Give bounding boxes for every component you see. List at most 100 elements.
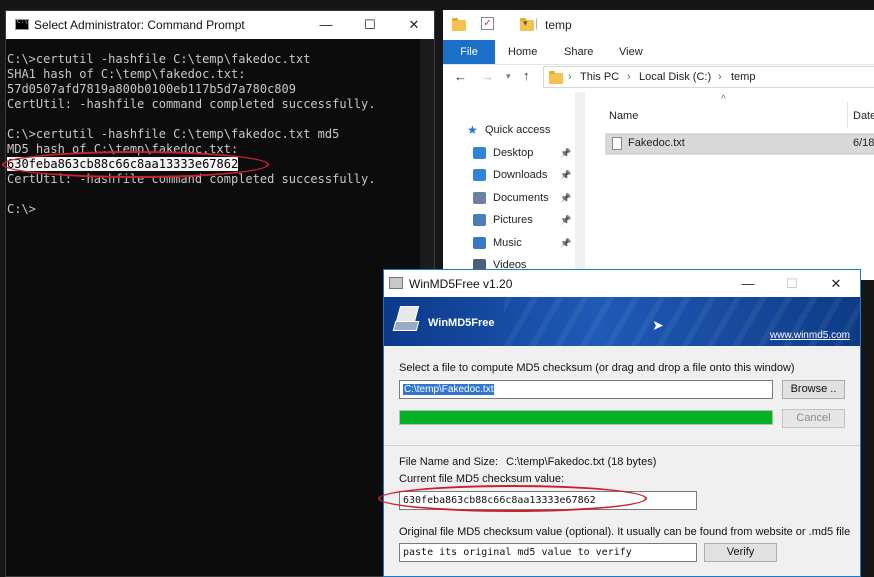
forward-arrow-icon[interactable]: → (481, 69, 494, 84)
nav-scrollbar[interactable] (575, 92, 585, 280)
column-header-name[interactable]: Name (609, 110, 638, 122)
console-line: C:\> (7, 202, 420, 217)
nav-item-label: Documents (493, 191, 549, 204)
section-divider (384, 445, 860, 446)
console-text: CertUtil: -hashfile command completed su… (7, 172, 376, 186)
pin-icon[interactable]: 📌 (560, 209, 571, 231)
nav-item-pictures[interactable]: Pictures 📌 (443, 209, 575, 231)
current-checksum-field[interactable]: 630feba863cb88c66c8aa13333e67862 (399, 491, 697, 510)
file-row[interactable]: Fakedoc.txt 6/18 (605, 133, 874, 155)
breadcrumb-local-disk[interactable]: Local Disk (C:) (639, 71, 711, 83)
console-text: C:\>certutil -hashfile C:\temp\fakedoc.t… (7, 52, 311, 66)
console-text: C:\>certutil -hashfile C:\temp\fakedoc.t… (7, 127, 340, 141)
console-line: C:\>certutil -hashfile C:\temp\fakedoc.t… (7, 52, 420, 67)
download-icon (473, 169, 486, 181)
music-icon (473, 236, 486, 249)
file-name: Fakedoc.txt (628, 137, 685, 149)
breadcrumb-separator-icon: › (718, 71, 722, 83)
progress-fill (400, 411, 772, 424)
navigation-pane: ★ Quick access Desktop 📌 Downloads 📌 Documents… (443, 92, 575, 280)
progress-bar (399, 410, 773, 425)
console-text: 57d0507afd7819a800b0100eb117b5d7a780c809 (7, 82, 296, 96)
md5-maximize-button[interactable]: ☐ (770, 270, 814, 297)
file-date: 6/18 (853, 137, 874, 149)
md5-title: WinMD5Free v1.20 (409, 277, 513, 291)
md5-title-bar[interactable]: WinMD5Free v1.20 — ☐ ✕ (384, 270, 860, 297)
original-checksum-label: Original file MD5 checksum value (option… (399, 526, 851, 538)
cmd-close-button[interactable]: ✕ (392, 11, 434, 39)
console-line: CertUtil: -hashfile command completed su… (7, 97, 420, 112)
star-icon: ★ (467, 123, 478, 137)
file-path-input[interactable]: C:\temp\Fakedoc.txt (399, 380, 773, 399)
breadcrumb-temp[interactable]: temp (731, 71, 755, 83)
text-file-icon (612, 137, 622, 150)
verify-button[interactable]: Verify (704, 543, 777, 562)
nav-item-label: Quick access (485, 124, 551, 136)
pin-icon[interactable]: 📌 (560, 187, 571, 209)
select-file-label: Select a file to compute MD5 checksum (o… (399, 362, 795, 374)
cmd-title-bar[interactable]: Select Administrator: Command Prompt — ☐… (6, 11, 434, 39)
console-text: MD5 hash of C:\temp\fakedoc.txt: (7, 142, 239, 156)
qat-dropdown-icon[interactable]: ▾ (523, 18, 528, 29)
tab-share[interactable]: Share (564, 40, 593, 64)
md5-banner: WinMD5Free ➤ www.winmd5.com (384, 297, 860, 346)
pin-icon[interactable]: 📌 (560, 164, 571, 186)
column-header-date[interactable]: Date (853, 110, 874, 122)
up-arrow-icon[interactable]: ↑ (523, 68, 530, 83)
console-line: 57d0507afd7819a800b0100eb117b5d7a780c809 (7, 82, 420, 97)
nav-item-label: Pictures (493, 214, 533, 226)
desktop-icon (473, 146, 486, 159)
mouse-cursor-icon: ➤ (652, 317, 664, 333)
console-text: SHA1 hash of C:\temp\fakedoc.txt: (7, 67, 246, 81)
column-divider (847, 102, 848, 128)
pin-icon[interactable]: 📌 (560, 232, 571, 254)
current-checksum-label: Current file MD5 checksum value: (399, 473, 565, 485)
address-bar[interactable]: › This PC › Local Disk (C:) › temp (543, 66, 874, 88)
properties-check-icon[interactable]: ✓ (481, 17, 494, 30)
cmd-icon (15, 18, 29, 30)
explorer-ribbon: File Home Share View (443, 40, 874, 65)
sort-arrow-icon: ^ (721, 94, 726, 105)
nav-item-desktop[interactable]: Desktop 📌 (443, 142, 575, 164)
breadcrumb-separator-icon: › (568, 71, 572, 83)
pin-icon[interactable]: 📌 (560, 142, 571, 164)
tab-file[interactable]: File (443, 40, 495, 64)
tab-home[interactable]: Home (508, 40, 537, 64)
breadcrumb-this-pc[interactable]: This PC (580, 71, 619, 83)
nav-item-music[interactable]: Music 📌 (443, 232, 575, 254)
md5-app-icon (389, 277, 403, 289)
explorer-title-bar[interactable]: ✓ ▾ | temp (443, 10, 874, 40)
md5-close-button[interactable]: ✕ (814, 270, 858, 297)
cmd-maximize-button[interactable]: ☐ (348, 11, 392, 39)
tab-view[interactable]: View (619, 40, 643, 64)
original-checksum-input[interactable]: paste its original md5 value to verify (399, 543, 697, 562)
nav-item-quick-access[interactable]: ★ Quick access (443, 119, 575, 141)
nav-item-label: Downloads (493, 169, 548, 181)
cancel-button[interactable]: Cancel (782, 409, 845, 428)
cmd-minimize-button[interactable]: — (304, 11, 348, 39)
explorer-title: temp (545, 18, 572, 32)
file-name-size-value: C:\temp\Fakedoc.txt (18 bytes) (506, 456, 657, 468)
explorer-address-row: ← → ▾ ↑ › This PC › Local Disk (C:) › te… (443, 64, 874, 92)
documents-icon (473, 191, 486, 204)
cmd-console-output[interactable]: C:\>certutil -hashfile C:\temp\fakedoc.t… (6, 39, 420, 576)
browse-button[interactable]: Browse .. (782, 380, 845, 399)
nav-item-label: Desktop (493, 146, 534, 159)
md5-minimize-button[interactable]: — (726, 270, 770, 297)
website-link[interactable]: www.winmd5.com (770, 330, 850, 341)
back-arrow-icon[interactable]: ← (454, 69, 467, 84)
folder-icon (452, 18, 466, 31)
console-line: 630feba863cb88c66c8aa13333e67862 (7, 157, 420, 172)
console-text: CertUtil: -hashfile command completed su… (7, 97, 376, 111)
console-text: C:\> (7, 202, 36, 216)
file-list: ^ Name Date Fakedoc.txt 6/18 (587, 92, 874, 280)
winmd5free-window: WinMD5Free v1.20 — ☐ ✕ WinMD5Free ➤ www.… (383, 269, 861, 577)
command-prompt-window: Select Administrator: Command Prompt — ☐… (5, 10, 435, 577)
nav-item-downloads[interactable]: Downloads 📌 (443, 164, 575, 186)
nav-item-documents[interactable]: Documents 📌 (443, 187, 575, 209)
file-name-size-label: File Name and Size: (399, 456, 499, 468)
breadcrumb-separator-icon: › (627, 71, 631, 83)
recent-dropdown-icon[interactable]: ▾ (506, 71, 511, 82)
